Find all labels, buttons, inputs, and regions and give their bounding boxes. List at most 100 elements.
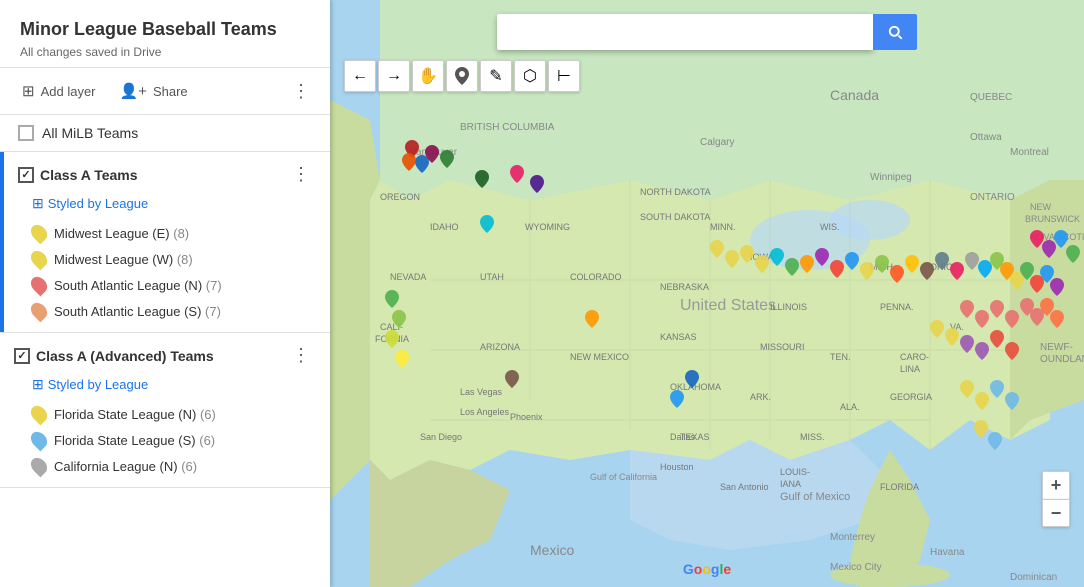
class-a-more-button[interactable]: ⋮: [286, 162, 316, 187]
svg-text:ONTARIO: ONTARIO: [970, 192, 1015, 203]
logo-g2: g: [711, 561, 720, 577]
logo-o2: o: [702, 561, 711, 577]
class-a-header: Class A Teams ⋮: [0, 152, 330, 193]
svg-text:CARO-: CARO-: [900, 352, 929, 362]
svg-text:Houston: Houston: [660, 462, 694, 472]
svg-text:IANA: IANA: [780, 479, 801, 489]
svg-text:Dallas: Dallas: [670, 432, 696, 442]
midwest-league-e: Midwest League (E) (8): [0, 220, 330, 246]
draw-button[interactable]: ✎: [480, 60, 512, 92]
svg-text:SOUTH DAKOTA: SOUTH DAKOTA: [640, 212, 710, 222]
south-atlantic-s-label: South Atlantic League (S) (7): [54, 304, 221, 319]
svg-text:Monterrey: Monterrey: [830, 532, 875, 543]
svg-text:NEW MEXICO: NEW MEXICO: [570, 352, 629, 362]
sidebar: Minor League Baseball Teams All changes …: [0, 0, 330, 587]
svg-text:WIS.: WIS.: [820, 222, 840, 232]
svg-text:NORTH DAKOTA: NORTH DAKOTA: [640, 187, 711, 197]
svg-text:ALA.: ALA.: [840, 402, 860, 412]
pin-marker-icon: [455, 67, 469, 85]
svg-text:VA.: VA.: [950, 322, 964, 332]
svg-text:FORNIA: FORNIA: [375, 334, 409, 344]
all-teams-checkbox[interactable]: [18, 125, 34, 141]
svg-text:FLORIDA: FLORIDA: [880, 482, 919, 492]
svg-text:MICH.: MICH.: [870, 262, 896, 272]
florida-s-label: Florida State League (S) (6): [54, 433, 215, 448]
svg-text:Vancouver: Vancouver: [410, 147, 458, 158]
svg-text:IDAHO: IDAHO: [430, 222, 459, 232]
sidebar-actions: ⊞ Add layer 👤+ Share ⋮: [0, 68, 330, 115]
styled-by-label-2: Styled by League: [48, 377, 148, 392]
svg-text:Gulf of California: Gulf of California: [590, 472, 657, 482]
add-layer-label: Add layer: [41, 84, 96, 99]
add-layer-button[interactable]: ⊞ Add layer: [14, 78, 104, 104]
class-a-styled-by[interactable]: ⊞ Styled by League: [0, 193, 330, 220]
south-atlantic-n-label: South Atlantic League (N) (7): [54, 278, 222, 293]
share-button[interactable]: 👤+ Share: [112, 78, 196, 104]
california-n-label: California League (N) (6): [54, 459, 197, 474]
svg-text:CALI-: CALI-: [380, 322, 403, 332]
south-atlantic-n-pin-icon: [28, 274, 51, 297]
svg-text:Mexico: Mexico: [530, 542, 575, 558]
svg-text:NEVADA: NEVADA: [390, 272, 426, 282]
zoom-in-button[interactable]: +: [1042, 471, 1070, 499]
class-a-checkbox[interactable]: [18, 167, 34, 183]
svg-text:NEW: NEW: [1030, 202, 1052, 212]
svg-text:QUEBEC: QUEBEC: [970, 92, 1012, 103]
sidebar-header: Minor League Baseball Teams All changes …: [0, 0, 330, 68]
class-a-advanced-section: Class A (Advanced) Teams ⋮ ⊞ Styled by L…: [0, 333, 330, 488]
undo-button[interactable]: ←: [344, 60, 376, 92]
class-a-advanced-checkbox[interactable]: [14, 348, 30, 364]
class-a-title: Class A Teams: [40, 167, 280, 183]
svg-text:ILLINOIS: ILLINOIS: [770, 302, 807, 312]
sidebar-title: Minor League Baseball Teams: [20, 18, 310, 41]
route-button[interactable]: ⬡: [514, 60, 546, 92]
svg-text:MISSOURI: MISSOURI: [760, 342, 805, 352]
map-search-button[interactable]: [873, 14, 917, 50]
svg-text:Las Vegas: Las Vegas: [460, 387, 503, 397]
styled-icon: ⊞: [32, 195, 44, 212]
pan-button[interactable]: ✋: [412, 60, 444, 92]
class-a-section: Class A Teams ⋮ ⊞ Styled by League Midwe…: [0, 152, 330, 333]
share-icon: 👤+: [120, 82, 147, 100]
redo-button[interactable]: →: [378, 60, 410, 92]
sidebar-subtitle: All changes saved in Drive: [20, 45, 310, 59]
logo-g: G: [683, 561, 694, 577]
svg-text:Montreal: Montreal: [1010, 147, 1049, 158]
styled-by-label: Styled by League: [48, 196, 148, 211]
map-area[interactable]: Canada United States Mexico BRITISH COLU…: [330, 0, 1084, 587]
more-options-button[interactable]: ⋮: [286, 79, 316, 104]
google-logo: Google: [683, 561, 731, 577]
search-icon: [886, 23, 904, 41]
class-a-advanced-styled-by[interactable]: ⊞ Styled by League: [0, 374, 330, 401]
svg-text:MINN.: MINN.: [710, 222, 736, 232]
florida-s-pin-icon: [28, 429, 51, 452]
class-a-advanced-more-button[interactable]: ⋮: [286, 343, 316, 368]
svg-text:TEN.: TEN.: [830, 352, 851, 362]
svg-text:WYOMING: WYOMING: [525, 222, 570, 232]
svg-text:San Diego: San Diego: [420, 432, 462, 442]
svg-text:Mexico City: Mexico City: [830, 562, 882, 573]
svg-text:GEORGIA: GEORGIA: [890, 392, 932, 402]
midwest-w-pin-icon: [28, 248, 51, 271]
styled-icon-2: ⊞: [32, 376, 44, 393]
svg-text:BRUNSWICK: BRUNSWICK: [1025, 214, 1080, 224]
svg-text:OKLAHOMA: OKLAHOMA: [670, 382, 721, 392]
svg-text:NEWF-: NEWF-: [1040, 342, 1073, 353]
measure-button[interactable]: ⊢: [548, 60, 580, 92]
south-atlantic-s-pin-icon: [28, 300, 51, 323]
midwest-league-w: Midwest League (W) (8): [0, 246, 330, 272]
layers-icon: ⊞: [22, 82, 35, 100]
svg-text:LOUIS-: LOUIS-: [780, 467, 810, 477]
active-indicator: [0, 152, 4, 332]
all-teams-label: All MiLB Teams: [42, 125, 138, 141]
zoom-out-button[interactable]: −: [1042, 499, 1070, 527]
svg-text:Phoenix: Phoenix: [510, 412, 543, 422]
share-label: Share: [153, 84, 188, 99]
map-search-input[interactable]: [497, 14, 873, 50]
svg-text:KANSAS: KANSAS: [660, 332, 697, 342]
svg-text:Canada: Canada: [830, 87, 879, 103]
midwest-w-label: Midwest League (W) (8): [54, 252, 193, 267]
south-atlantic-n: South Atlantic League (N) (7): [0, 272, 330, 298]
pin-button[interactable]: [446, 60, 478, 92]
zoom-controls: + −: [1042, 471, 1070, 527]
